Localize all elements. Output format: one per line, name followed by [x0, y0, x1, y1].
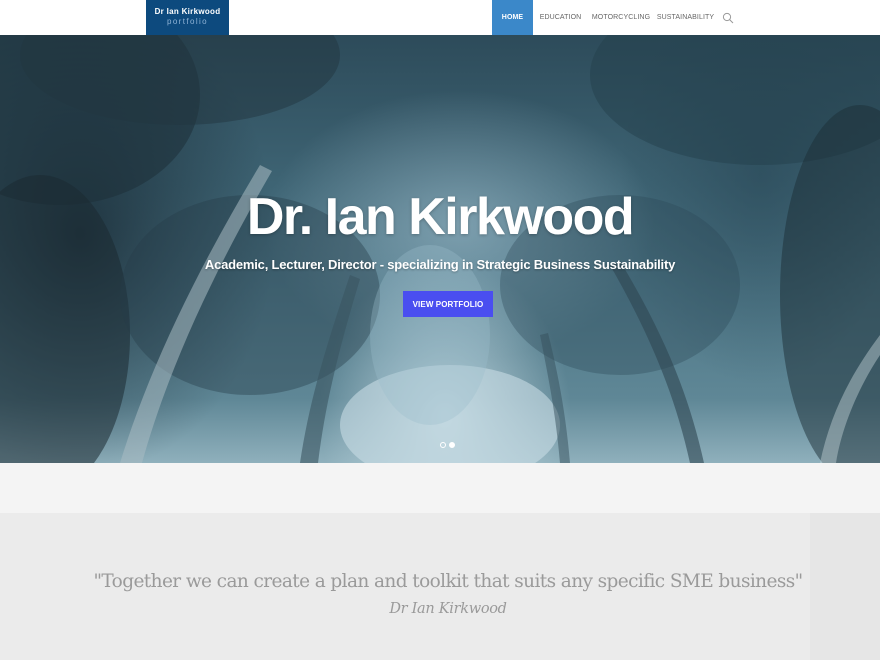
- main-nav: HOME EDUCATION MOTORCYCLING SUSTAINABILI…: [492, 0, 739, 35]
- logo-title: Dr Ian Kirkwood: [154, 7, 221, 16]
- nav-item-education[interactable]: EDUCATION: [533, 0, 588, 35]
- site-logo[interactable]: Dr Ian Kirkwood portfolio: [146, 0, 229, 35]
- hero-title: Dr. Ian Kirkwood: [246, 188, 635, 246]
- quote-text: "Together we can create a plan and toolk…: [93, 571, 803, 592]
- nav-item-home[interactable]: HOME: [492, 0, 533, 35]
- quote-section: "Together we can create a plan and toolk…: [0, 513, 880, 660]
- hero-subtitle: Academic, Lecturer, Director - specializ…: [204, 257, 676, 272]
- hero-slider: Dr. Ian Kirkwood Academic, Lecturer, Dir…: [0, 35, 880, 463]
- spacer-band: [0, 463, 880, 513]
- slider-dot-1[interactable]: [440, 442, 446, 448]
- nav-item-motorcycling[interactable]: MOTORCYCLING: [588, 0, 654, 35]
- slider-dots: [440, 442, 455, 448]
- nav-item-sustainability[interactable]: SUSTAINABILITY: [654, 0, 717, 35]
- site-header: Dr Ian Kirkwood portfolio HOME EDUCATION…: [0, 0, 880, 35]
- logo-subtitle: portfolio: [166, 17, 209, 26]
- quote-author: Dr Ian Kirkwood: [389, 601, 507, 617]
- search-icon: [722, 12, 734, 23]
- hero-background-image: [0, 35, 880, 463]
- search-button[interactable]: [717, 0, 739, 35]
- slider-dot-2[interactable]: [449, 442, 455, 448]
- view-portfolio-button[interactable]: VIEW PORTFOLIO: [403, 291, 493, 317]
